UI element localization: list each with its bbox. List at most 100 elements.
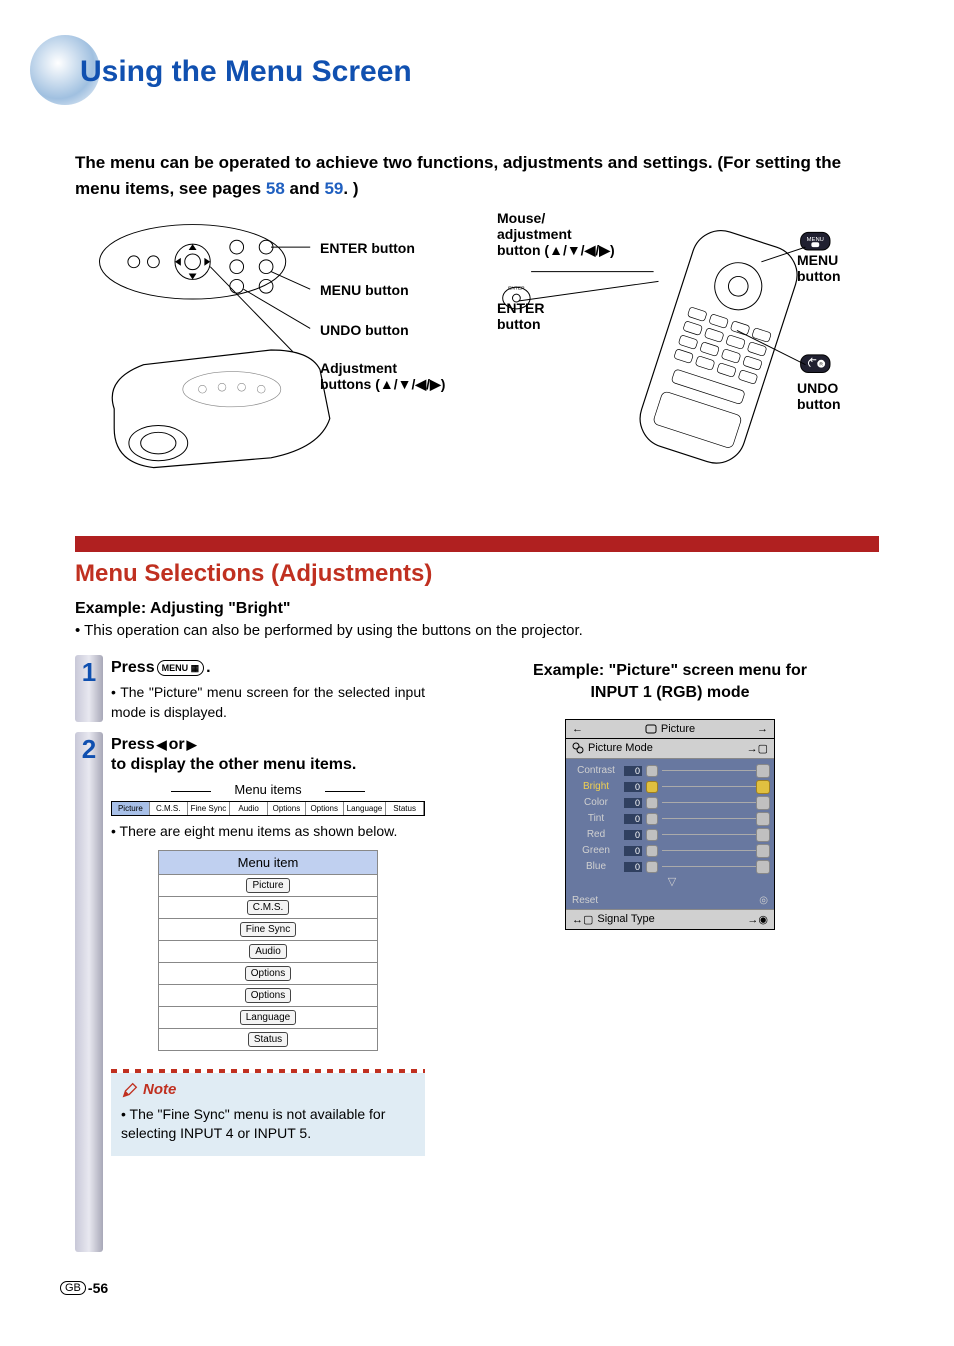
projector-diagram: ENTER button MENU button UNDO button Adj… [75,210,467,490]
osd-knob-left [646,765,658,777]
svg-text:R: R [819,362,823,368]
osd-knob-left [646,781,658,793]
table-cell: C.M.S. [253,902,284,913]
osd-body: Contrast0Bright0Color0Tint0Red0Green0Blu… [566,759,774,892]
table-row: Language [159,1006,378,1028]
step-2-body: Press ◀ or ▶ to display the other menu i… [111,732,425,1252]
projector-adj-line1: Adjustment [320,360,397,376]
note-pencil-icon [121,1081,139,1099]
osd-row-value: 0 [624,782,642,792]
table-row: Status [159,1028,378,1050]
osd-row-label: Red [572,829,620,840]
table-cell: Options [251,968,285,979]
diagrams-row: ENTER button MENU button UNDO button Adj… [75,210,879,490]
osd-mode-row: Picture Mode →▢ [566,739,774,759]
strip-item: Audio [230,802,268,815]
right-triangle-icon: ▶ [187,737,197,753]
menu-table-header: Menu item [159,850,378,874]
table-row: Options [159,984,378,1006]
section-title: Menu Selections (Adjustments) [75,560,432,588]
remote-menu-label: MENU button [797,252,879,284]
osd-row-value: 0 [624,830,642,840]
projector-undo-label: UNDO button [320,322,409,338]
intro-text: The menu can be operated to achieve two … [75,150,879,201]
svg-text:ENTER: ENTER [508,285,525,291]
step-2-heading-suffix: to display the other menu items. [111,756,356,774]
intro-suffix: . ) [343,179,358,198]
table-row: C.M.S. [159,896,378,918]
remote-enter-label: ENTER button [497,300,544,332]
menu-button-label: MENU [162,663,189,673]
osd-slider-track [662,866,768,867]
osd-row-label: Green [572,845,620,856]
step-2: 2 Press ◀ or ▶ to display the other menu… [75,732,425,1252]
step-2-heading-prefix: Press [111,736,155,754]
remote-mouse-line2: adjustment [497,226,572,242]
osd-row-value: 0 [624,846,642,856]
step-2-heading-mid: or [169,736,185,754]
table-row: Options [159,962,378,984]
example-right-title: Example: "Picture" screen menu for INPUT… [490,660,850,705]
strip-item: Options [268,802,306,815]
step-1: 1 Press MENU ▦ . • The "Picture" menu sc… [75,655,425,722]
projector-enter-label: ENTER button [320,240,415,256]
osd-down-triangle-icon: ▽ [572,875,768,888]
osd-slider-row: Red 0 [572,827,768,843]
step-2-list-intro: • There are eight menu items as shown be… [111,822,425,842]
page-link-59[interactable]: 59 [324,179,343,198]
osd-signal-label: Signal Type [597,913,654,925]
remote-undo-label: UNDO button [797,380,879,412]
osd-slider-row: Tint0 [572,811,768,827]
osd-right-arrow-icon: → [757,723,768,735]
step-1-heading-prefix: Press [111,659,155,677]
osd-slider-track [662,850,768,851]
osd-slider-track [662,786,768,787]
intro-mid: and [285,179,325,198]
osd-knob-left [646,797,658,809]
osd-knob-left [646,829,658,841]
table-cell: Language [246,1012,291,1023]
step-1-number: 1 [82,657,96,688]
osd-slider-row: Blue0 [572,859,768,875]
menu-button-icon: MENU ▦ [157,660,205,676]
step-2-heading: Press ◀ or ▶ to display the other menu i… [111,736,425,774]
osd-slider-track [662,770,768,771]
remote-enter-line2: button [497,316,541,332]
step-1-body: Press MENU ▦ . • The "Picture" menu scre… [111,655,425,722]
step-1-heading-suffix: . [206,659,210,677]
strip-item: Status [386,802,424,815]
strip-item: Language [344,802,387,815]
osd-mode-label: Picture Mode [588,742,653,754]
note-title: Note [121,1081,415,1099]
example-sub: • This operation can also be performed b… [75,622,583,639]
page-number: GB -56 [60,1280,108,1296]
step-1-heading: Press MENU ▦ . [111,659,425,677]
osd-slider-row: Contrast0 [572,763,768,779]
remote-enter-line1: ENTER [497,300,544,316]
remote-mouse-line3: button (▲/▼/◀/▶) [497,242,615,258]
menu-items-label: Menu items [111,782,425,797]
osd-row-label: Color [572,797,620,808]
projector-menu-label: MENU button [320,282,409,298]
osd-box: ← Picture → Picture Mode →▢ Contrast0Bri… [565,719,775,930]
left-triangle-icon: ◀ [157,737,167,753]
page-link-58[interactable]: 58 [266,179,285,198]
osd-mode-arrow-icon: →▢ [747,742,768,755]
menu-items-table: Menu item Picture C.M.S. Fine Sync Audio… [158,850,378,1051]
osd-signal-icon: ↔▢ [572,913,593,926]
osd-reset-icon: ◎ [759,895,768,906]
example-right-title-line2: INPUT 1 (RGB) mode [590,684,749,701]
table-cell: Picture [252,880,283,891]
osd-row-value: 0 [624,798,642,808]
projector-adj-label: Adjustment buttons (▲/▼/◀/▶) [320,360,445,393]
table-row: Picture [159,874,378,896]
osd-slider-track [662,834,768,835]
table-cell: Audio [255,946,281,957]
remote-mouse-line1: Mouse/ [497,210,545,226]
steps-column: 1 Press MENU ▦ . • The "Picture" menu sc… [75,655,425,1262]
example-heading: Example: Adjusting "Bright" [75,600,290,618]
table-cell: Fine Sync [246,924,290,935]
osd-left-arrow-icon: ← [572,723,583,735]
table-cell: Status [254,1034,282,1045]
osd-slider-row: Color 0 [572,795,768,811]
